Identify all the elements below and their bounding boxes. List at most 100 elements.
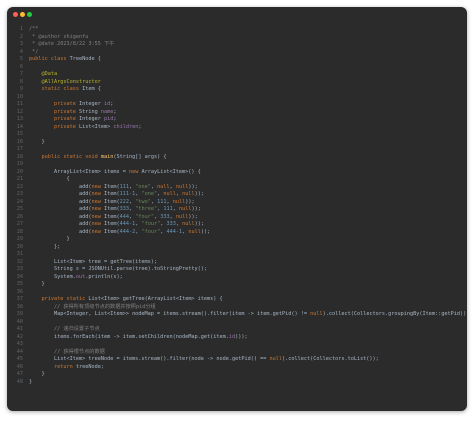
code-line: 12 private String name; (7, 109, 467, 117)
close-icon[interactable] (13, 12, 18, 17)
code-text: public class TreeNode { (29, 56, 101, 62)
code-line: 15 (7, 131, 467, 139)
code-line: 3 * @date 2023/8/22 3:55 下午 (7, 41, 467, 49)
code-line: 4 */ (7, 49, 467, 57)
code-line: 2 * @author shigenfu (7, 34, 467, 42)
code-line: 34 System.out.println(s); (7, 274, 467, 282)
zoom-icon[interactable] (27, 12, 32, 17)
line-number: 10 (16, 93, 23, 100)
code-line: 1 /** (7, 26, 467, 34)
code-line: 20 ArrayList<Item> items = new ArrayList… (7, 169, 467, 177)
code-text: private String name; (54, 108, 117, 115)
code-text: { (29, 176, 70, 182)
code-line: 35 } (7, 281, 467, 289)
code-text: System.out.println(s); (29, 273, 123, 280)
code-line: 43 (7, 341, 467, 349)
line-number: 27 (16, 221, 23, 227)
code-text: return treeNode; (54, 363, 104, 370)
line-number: 16 (16, 138, 23, 145)
code-text: // 获得所有顶级节点的数据并按照pid分组 (29, 303, 156, 310)
line-number: 4 (19, 48, 23, 55)
line-number: 26 (16, 213, 23, 220)
line-number: 33 (16, 266, 23, 272)
code-text: String s = JSONUtil.parse(tree).toString… (29, 266, 208, 272)
code-text: Map<Integer, List<Item>> nodeMap = items… (29, 311, 467, 317)
code-editor: 1/** 2 * @author shigenfu 3 * @date 2023/8… (7, 26, 467, 386)
code-line: 26 add(new Item(444, "four", 333, null))… (7, 214, 467, 222)
line-number: 20 (16, 168, 23, 175)
line-number: 18 (16, 153, 23, 160)
code-text: } (29, 281, 45, 287)
code-line: 46 return treeNode; (7, 364, 467, 372)
code-text: add(new Item(444, "four", 333, null)); (29, 213, 198, 220)
code-line: 14 private List<Item> children; (7, 124, 467, 132)
code-line: 21 { (7, 176, 467, 184)
line-number: 23 (16, 191, 23, 197)
code-line: 38 // 获得所有顶级节点的数据并按照pid分组 (7, 304, 467, 312)
line-number: 5 (19, 56, 23, 62)
line-number: 47 (16, 371, 23, 377)
code-text: ArrayList<Item> items = new ArrayList<It… (29, 168, 201, 175)
code-text: private Integer pid; (54, 116, 117, 122)
code-text: private static List<Item> getTree(ArrayL… (41, 296, 223, 302)
code-text: add(new Item(111-1, "one", null, null)); (29, 191, 204, 197)
code-line: 40 (7, 319, 467, 327)
line-number: 12 (16, 108, 23, 115)
code-text: @AllArgsConstructor (41, 78, 101, 85)
code-text: private Integer id; (54, 101, 114, 107)
line-number: 30 (16, 243, 23, 250)
line-number: 9 (19, 86, 23, 92)
code-line: 19 (7, 161, 467, 169)
line-number: 44 (16, 348, 23, 355)
code-line: 7 @Data (7, 71, 467, 79)
code-text: } (29, 378, 33, 385)
code-line: 6 (7, 64, 467, 72)
code-line: 37 private static List<Item> getTree(Arr… (7, 296, 467, 304)
line-number: 34 (16, 273, 23, 280)
line-number: 31 (16, 251, 23, 257)
code-line: 9 static class Item { (7, 86, 467, 94)
code-text: } (29, 138, 45, 145)
code-text: @Data (41, 71, 58, 77)
line-number: 41 (16, 326, 23, 332)
minimize-icon[interactable] (20, 12, 25, 17)
line-number: 21 (16, 176, 23, 182)
line-number: 36 (16, 288, 23, 295)
line-number: 40 (16, 318, 23, 325)
code-text: } (29, 371, 45, 377)
code-text: // 递归设置子节点 (29, 326, 100, 332)
code-line: 17 (7, 146, 467, 154)
code-line: 45 List<Item> treeNode = items.stream().… (7, 356, 467, 364)
code-line: 22 add(new Item(111, "one", null, null))… (7, 184, 467, 192)
code-line: 42 items.forEach(item -> item.setChildre… (7, 334, 467, 342)
code-line: 28 add(new Item(444-2, "four", 444-1, nu… (7, 229, 467, 237)
code-line: 47 } (7, 371, 467, 379)
line-number: 25 (16, 206, 23, 212)
line-number: 6 (19, 63, 23, 70)
line-number: 7 (19, 71, 23, 77)
line-number: 38 (16, 303, 23, 310)
code-window: 1/** 2 * @author shigenfu 3 * @date 2023/8… (7, 7, 467, 411)
code-text: add(new Item(111, "one", null, null)); (29, 183, 198, 190)
code-line: 29 } (7, 236, 467, 244)
code-line: 13 private Integer pid; (7, 116, 467, 124)
line-number: 45 (16, 356, 23, 362)
code-text: public static void main(String[] args) { (41, 153, 167, 160)
code-line: 30 }; (7, 244, 467, 252)
code-line: 41 // 递归设置子节点 (7, 326, 467, 334)
code-line: 31 (7, 251, 467, 259)
code-text: add(new Item(333, "three", 111, null)); (29, 206, 201, 212)
line-number: 43 (16, 341, 23, 347)
line-number: 28 (16, 228, 23, 235)
line-number: 32 (16, 258, 23, 265)
code-text: add(new Item(222, "two", 111, null)); (29, 198, 195, 205)
code-line: 36 (7, 289, 467, 297)
line-number: 14 (16, 123, 23, 130)
line-number: 22 (16, 183, 23, 190)
code-line: 33 String s = JSONUtil.parse(tree).toStr… (7, 266, 467, 274)
code-text: } (29, 236, 70, 242)
code-line: 8 @AllArgsConstructor (7, 79, 467, 87)
code-line: 44 // 获得根节点的数据 (7, 349, 467, 357)
code-line: 32 List<Item> tree = getTree(items); (7, 259, 467, 267)
code-line: 18 public static void main(String[] args… (7, 154, 467, 162)
